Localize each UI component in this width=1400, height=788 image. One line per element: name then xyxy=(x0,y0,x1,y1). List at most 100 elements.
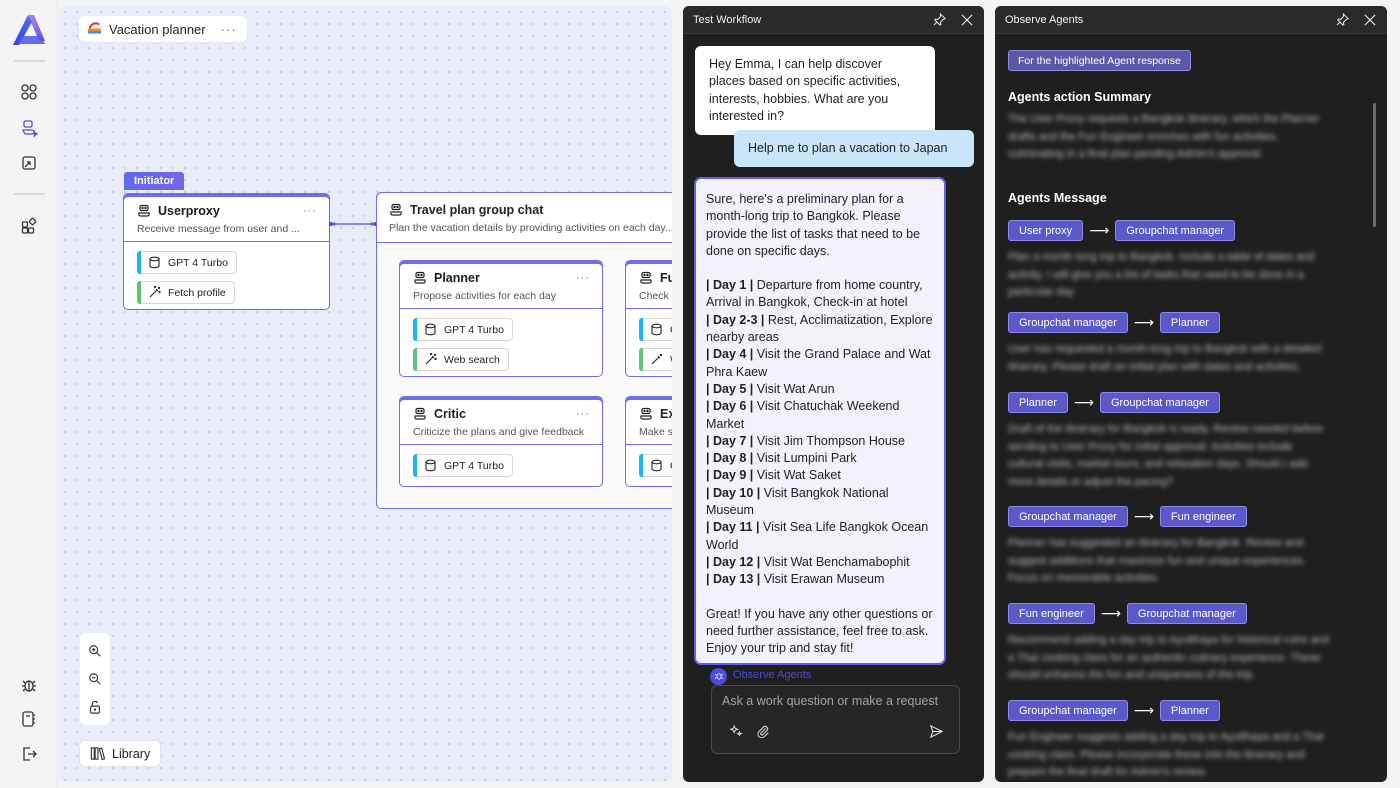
agent-description: Receive message from user and ... xyxy=(137,223,300,235)
agent-description: Make sure the plan is executable xyxy=(639,426,672,438)
zoom-out-button[interactable] xyxy=(86,670,104,688)
from-agent-tag[interactable]: Groupchat manager xyxy=(1008,700,1128,721)
model-chip[interactable]: GPT 4 Turbo xyxy=(137,251,237,274)
add-app-icon[interactable] xyxy=(19,216,39,236)
to-agent-tag[interactable]: Planner xyxy=(1159,700,1220,721)
vacation-icon xyxy=(87,20,102,38)
arrow-right-icon: ⟶ xyxy=(1089,222,1110,238)
agent-name: Critic xyxy=(434,407,466,421)
apps-icon[interactable] xyxy=(19,82,39,102)
agent-response-highlighted[interactable]: Sure, here's a preliminary plan for a mo… xyxy=(694,177,946,685)
agent-message-flow: Fun engineer ⟶ Groupchat manager xyxy=(1008,603,1247,624)
agent-description: Check if the plan is fun xyxy=(639,290,672,302)
agent-node-executor[interactable]: Executor Make sure the plan is executabl… xyxy=(625,396,672,487)
from-agent-tag[interactable]: User proxy xyxy=(1008,220,1084,241)
workflows-icon[interactable] xyxy=(19,153,39,173)
day-label: | Day 13 | xyxy=(706,572,761,587)
close-button[interactable] xyxy=(960,13,974,27)
model-chip[interactable]: GPT 4 Turbo xyxy=(413,454,513,477)
arrow-right-icon: ⟶ xyxy=(1073,394,1094,410)
close-button[interactable] xyxy=(1363,13,1377,27)
model-chip[interactable]: GPT 4 Turbo xyxy=(639,318,672,341)
agent-name: Executor xyxy=(660,407,672,421)
day-label: | Day 2-3 | xyxy=(706,312,765,327)
agent-name: Userproxy xyxy=(158,204,220,218)
scrollbar-thumb[interactable] xyxy=(1373,103,1376,227)
agent-name: Planner xyxy=(434,271,480,285)
summary-text: The User Proxy requests a Bangkok itiner… xyxy=(1008,113,1320,160)
response-outro: Great! If you have any other questions o… xyxy=(706,606,933,656)
agent-node-critic[interactable]: Critic ··· Criticize the plans and give … xyxy=(399,396,603,487)
database-icon xyxy=(149,256,160,269)
itinerary-item: | Day 8 | Visit Lumpini Park xyxy=(706,450,934,467)
model-chip[interactable]: GPT 4 Turbo xyxy=(413,318,513,341)
from-agent-tag[interactable]: Groupchat manager xyxy=(1008,312,1128,333)
agent-more-button[interactable]: ··· xyxy=(303,205,317,217)
notebook-icon[interactable] xyxy=(19,709,39,729)
attach-button[interactable] xyxy=(754,722,772,740)
to-agent-tag[interactable]: Groupchat manager xyxy=(1100,392,1220,413)
group-chat-node[interactable]: Travel plan group chat Plan the vacation… xyxy=(376,192,672,509)
workflow-title-chip[interactable]: Vacation planner ··· xyxy=(79,16,247,42)
day-activity: Visit Wat Benchamabophit xyxy=(760,554,910,569)
app-logo[interactable] xyxy=(12,14,46,46)
test-workflow-panel: Test Workflow Hey Emma, I can help disco… xyxy=(683,6,984,782)
workflow-canvas[interactable]: Vacation planner ··· Initiator Userproxy… xyxy=(59,6,672,782)
messages-heading: Agents Message xyxy=(1008,191,1107,205)
debug-icon[interactable] xyxy=(19,675,39,695)
to-agent-tag[interactable]: Groupchat manager xyxy=(1115,220,1236,241)
tool-chip[interactable]: Web search xyxy=(413,348,509,371)
robot-icon xyxy=(640,407,652,420)
agent-more-button[interactable]: ··· xyxy=(576,408,590,420)
model-chip[interactable]: GPT 4 Turbo xyxy=(639,454,672,477)
summary-heading: Agents action Summary xyxy=(1008,90,1152,104)
agent-description: Criticize the plans and give feedback xyxy=(413,426,585,438)
more-options-button[interactable]: ··· xyxy=(221,22,237,37)
pin-icon xyxy=(933,13,946,26)
agent-more-button[interactable]: ··· xyxy=(576,272,590,284)
observe-agents-panel: Observe Agents For the highlighted Agent… xyxy=(995,6,1387,782)
day-label: | Day 10 | xyxy=(706,485,761,500)
day-label: | Day 1 | xyxy=(706,278,754,293)
observe-agents-link[interactable]: Observe Agents xyxy=(706,667,934,685)
agent-message-text: Plan a month long trip to Bangkok. Inclu… xyxy=(1008,251,1315,298)
response-intro: Sure, here's a preliminary plan for a mo… xyxy=(706,192,921,258)
from-agent-tag[interactable]: Fun engineer xyxy=(1008,603,1095,624)
agent-message-text: Draft of the itinerary for Bangkok is re… xyxy=(1008,423,1324,488)
arrow-right-icon: ⟶ xyxy=(1133,702,1154,718)
chat-input[interactable] xyxy=(712,694,959,708)
pin-button[interactable] xyxy=(1335,13,1349,27)
agent-message-text: Planner has suggested an itinerary for B… xyxy=(1008,537,1306,584)
library-button[interactable]: Library xyxy=(79,740,162,767)
zoom-in-button[interactable] xyxy=(86,642,104,660)
agent-node-planner[interactable]: Planner ··· Propose activities for each … xyxy=(399,260,603,377)
robot-icon xyxy=(640,271,652,284)
send-button[interactable] xyxy=(927,722,945,740)
pin-icon xyxy=(1336,13,1349,26)
paperclip-icon xyxy=(757,725,769,738)
sparkle-icon xyxy=(729,724,743,737)
panel-title: Test Workflow xyxy=(693,13,762,26)
user-message: Help me to plan a vacation to Japan xyxy=(734,130,974,168)
to-agent-tag[interactable]: Fun engineer xyxy=(1159,506,1247,527)
tool-chip[interactable]: Web search xyxy=(639,348,672,371)
arrow-right-icon: ⟶ xyxy=(1133,508,1154,524)
arrow-right-icon: ⟶ xyxy=(1100,605,1121,621)
agent-message-flow: Groupchat manager ⟶ Planner xyxy=(1008,312,1220,333)
prompt-suggestions-button[interactable] xyxy=(727,722,745,740)
agents-icon[interactable] xyxy=(19,118,39,138)
tool-chip[interactable]: Fetch profile xyxy=(137,281,235,304)
agent-node-fun-engineer[interactable]: Fun engineer Check if the plan is fun GP… xyxy=(625,260,672,377)
day-activity: Visit Wat Arun xyxy=(753,381,835,396)
to-agent-tag[interactable]: Planner xyxy=(1159,312,1220,333)
from-agent-tag[interactable]: Groupchat manager xyxy=(1008,506,1128,527)
from-agent-tag[interactable]: Planner xyxy=(1008,392,1068,413)
sign-out-icon[interactable] xyxy=(19,744,39,764)
agent-name: Fun engineer xyxy=(660,271,672,285)
agent-node-userproxy[interactable]: Userproxy ··· Receive message from user … xyxy=(123,193,330,310)
to-agent-tag[interactable]: Groupchat manager xyxy=(1126,603,1247,624)
agent-message-text: User has requested a month-long trip to … xyxy=(1008,343,1322,373)
lock-toggle-button[interactable] xyxy=(86,698,104,716)
pin-button[interactable] xyxy=(932,13,946,27)
agent-description: Propose activities for each day xyxy=(413,290,556,302)
